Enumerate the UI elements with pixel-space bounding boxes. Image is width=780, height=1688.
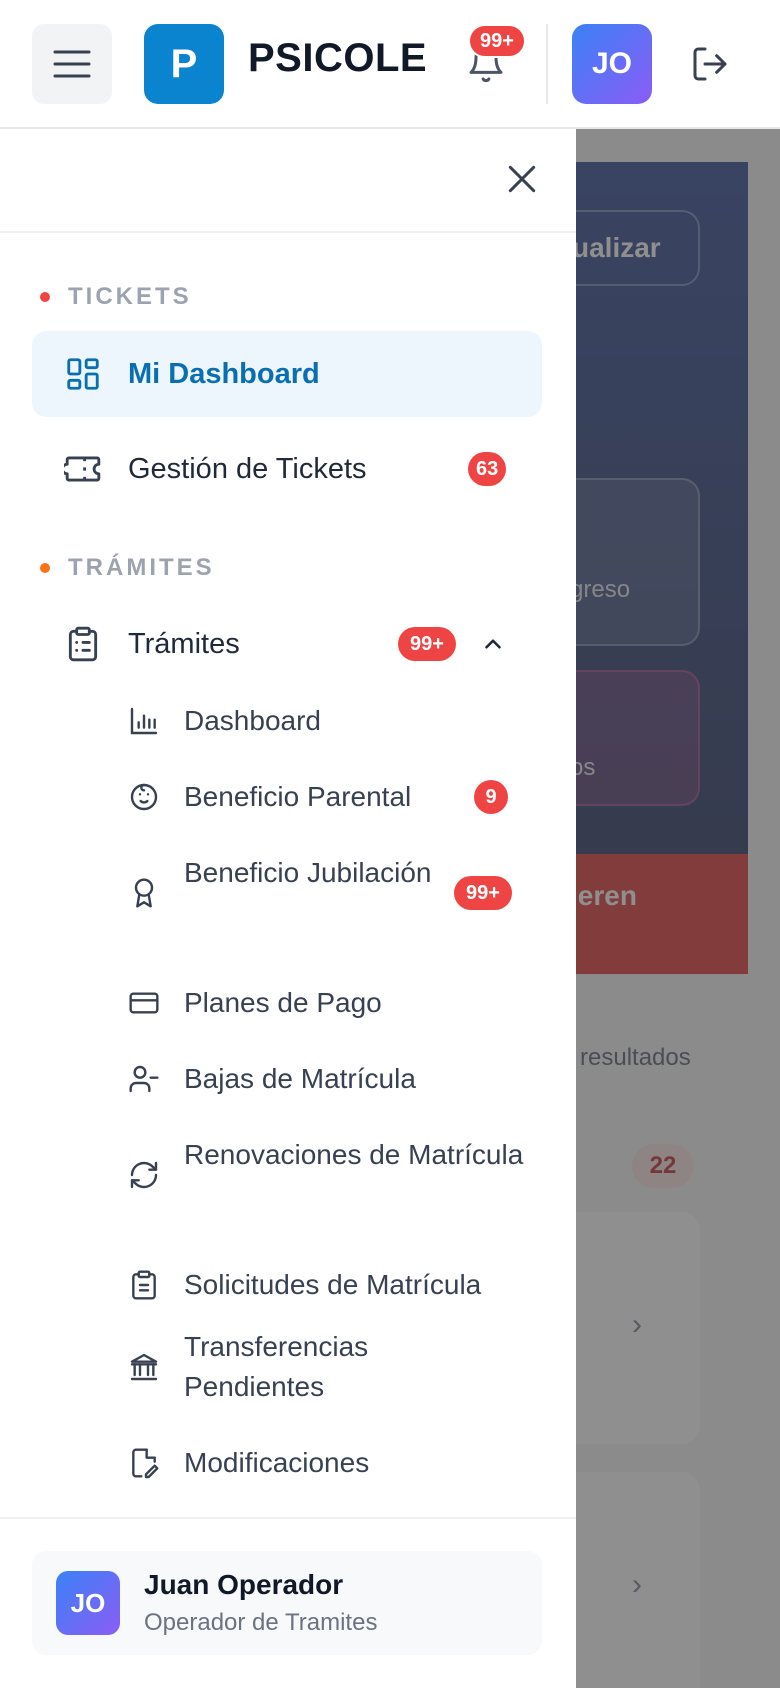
file-edit-icon	[132, 1448, 159, 1479]
sidebar-subitem-label: Beneficio Jubilación	[184, 857, 432, 888]
sidebar-subitem-planes-pago[interactable]: Planes de Pago	[120, 981, 520, 1025]
bar-chart-icon	[130, 707, 158, 735]
sidebar-item-label: Trámites	[128, 627, 240, 660]
sidebar-item-label: Gestión de Tickets	[128, 452, 367, 485]
baby-icon	[130, 783, 158, 811]
user-name: Juan Operador	[144, 1569, 344, 1600]
bank-icon	[130, 1353, 158, 1381]
sidebar-subitem-label: Bajas de Matrícula	[184, 1063, 416, 1094]
dashboard-icon	[67, 358, 99, 390]
award-icon	[134, 878, 154, 908]
sidebar-subitem-label: Beneficio Parental	[184, 781, 412, 812]
section-dot	[40, 292, 50, 302]
sidebar-subitem-solicitudes-matricula[interactable]: Solicitudes de Matrícula	[120, 1263, 520, 1307]
sidebar-subitem-renovaciones-matricula[interactable]: Renovaciones de Matrícula	[120, 1133, 523, 1217]
section-title: TICKETS	[68, 283, 192, 310]
menu-button[interactable]	[32, 24, 112, 104]
section-title: TRÁMITES	[68, 554, 215, 581]
chevron-up-icon[interactable]	[480, 631, 506, 657]
sidebar-item-tramites[interactable]: Trámites 99+	[32, 601, 542, 687]
overlay-backdrop[interactable]	[576, 129, 780, 1688]
sidebar-subitem-dashboard[interactable]: Dashboard	[120, 699, 520, 743]
hamburger-icon	[53, 50, 91, 78]
sidebar-subitem-label: Solicitudes de Matrícula	[184, 1269, 482, 1300]
sidebar-subitem-beneficio-parental[interactable]: Beneficio Parental 9	[120, 775, 520, 819]
sidebar-drawer: TICKETS Mi Dashboard Gestión de Tickets …	[0, 129, 576, 1688]
avatar: JO	[56, 1571, 120, 1635]
section-label-tickets: TICKETS	[40, 283, 192, 311]
sidebar-subitem-label: Transferencias Pendientes	[184, 1331, 369, 1402]
logout-button[interactable]	[690, 44, 730, 84]
clipboard-list-icon	[68, 626, 98, 662]
sidebar-item-mi-dashboard[interactable]: Mi Dashboard	[32, 331, 542, 417]
sidebar-subitem-modificaciones[interactable]: Modificaciones	[120, 1441, 520, 1485]
clipboard-icon	[132, 1270, 156, 1300]
notification-count-badge: 99+	[468, 24, 526, 58]
user-minus-icon	[129, 1065, 159, 1093]
sidebar-subitem-transferencias-pendientes[interactable]: Transferencias Pendientes	[120, 1325, 520, 1409]
count-badge: 63	[468, 452, 507, 486]
count-badge: 99+	[398, 627, 456, 661]
sidebar-item-gestion-tickets[interactable]: Gestión de Tickets 63	[32, 426, 542, 512]
top-header: P PSICOLE 99+ JO	[0, 0, 780, 129]
section-label-tramites: TRÁMITES	[40, 554, 215, 582]
sidebar-subitem-label: Planes de Pago	[184, 987, 382, 1018]
count-badge: 99+	[454, 876, 512, 910]
brand-logo[interactable]: P	[144, 24, 224, 104]
sidebar-subitem-bajas-matricula[interactable]: Bajas de Matrícula	[120, 1057, 520, 1101]
section-dot	[40, 563, 50, 573]
sidebar-subitem-label: Modificaciones	[184, 1447, 370, 1478]
refresh-icon	[130, 1161, 158, 1189]
logout-icon	[693, 47, 727, 81]
credit-card-icon	[129, 992, 159, 1014]
header-divider	[546, 24, 548, 104]
close-button[interactable]	[502, 159, 542, 199]
user-avatar[interactable]: JO	[572, 24, 652, 104]
drawer-header	[0, 129, 576, 233]
close-icon	[508, 165, 536, 193]
user-profile-card[interactable]: JO Juan Operador Operador de Tramites	[32, 1551, 542, 1655]
user-role: Operador de Tramites	[144, 1609, 378, 1636]
sidebar-subitem-label: Renovaciones de Matrícula	[184, 1139, 524, 1170]
sidebar-subitem-beneficio-jubilacion[interactable]: Beneficio Jubilación 99+	[120, 851, 520, 935]
count-badge: 9	[474, 780, 508, 814]
drawer-footer: JO Juan Operador Operador de Tramites	[0, 1517, 576, 1688]
sidebar-subitem-label: Dashboard	[184, 705, 321, 736]
brand-name[interactable]: PSICOLE	[248, 36, 427, 81]
sidebar-item-label: Mi Dashboard	[128, 357, 320, 390]
ticket-icon	[64, 456, 101, 482]
